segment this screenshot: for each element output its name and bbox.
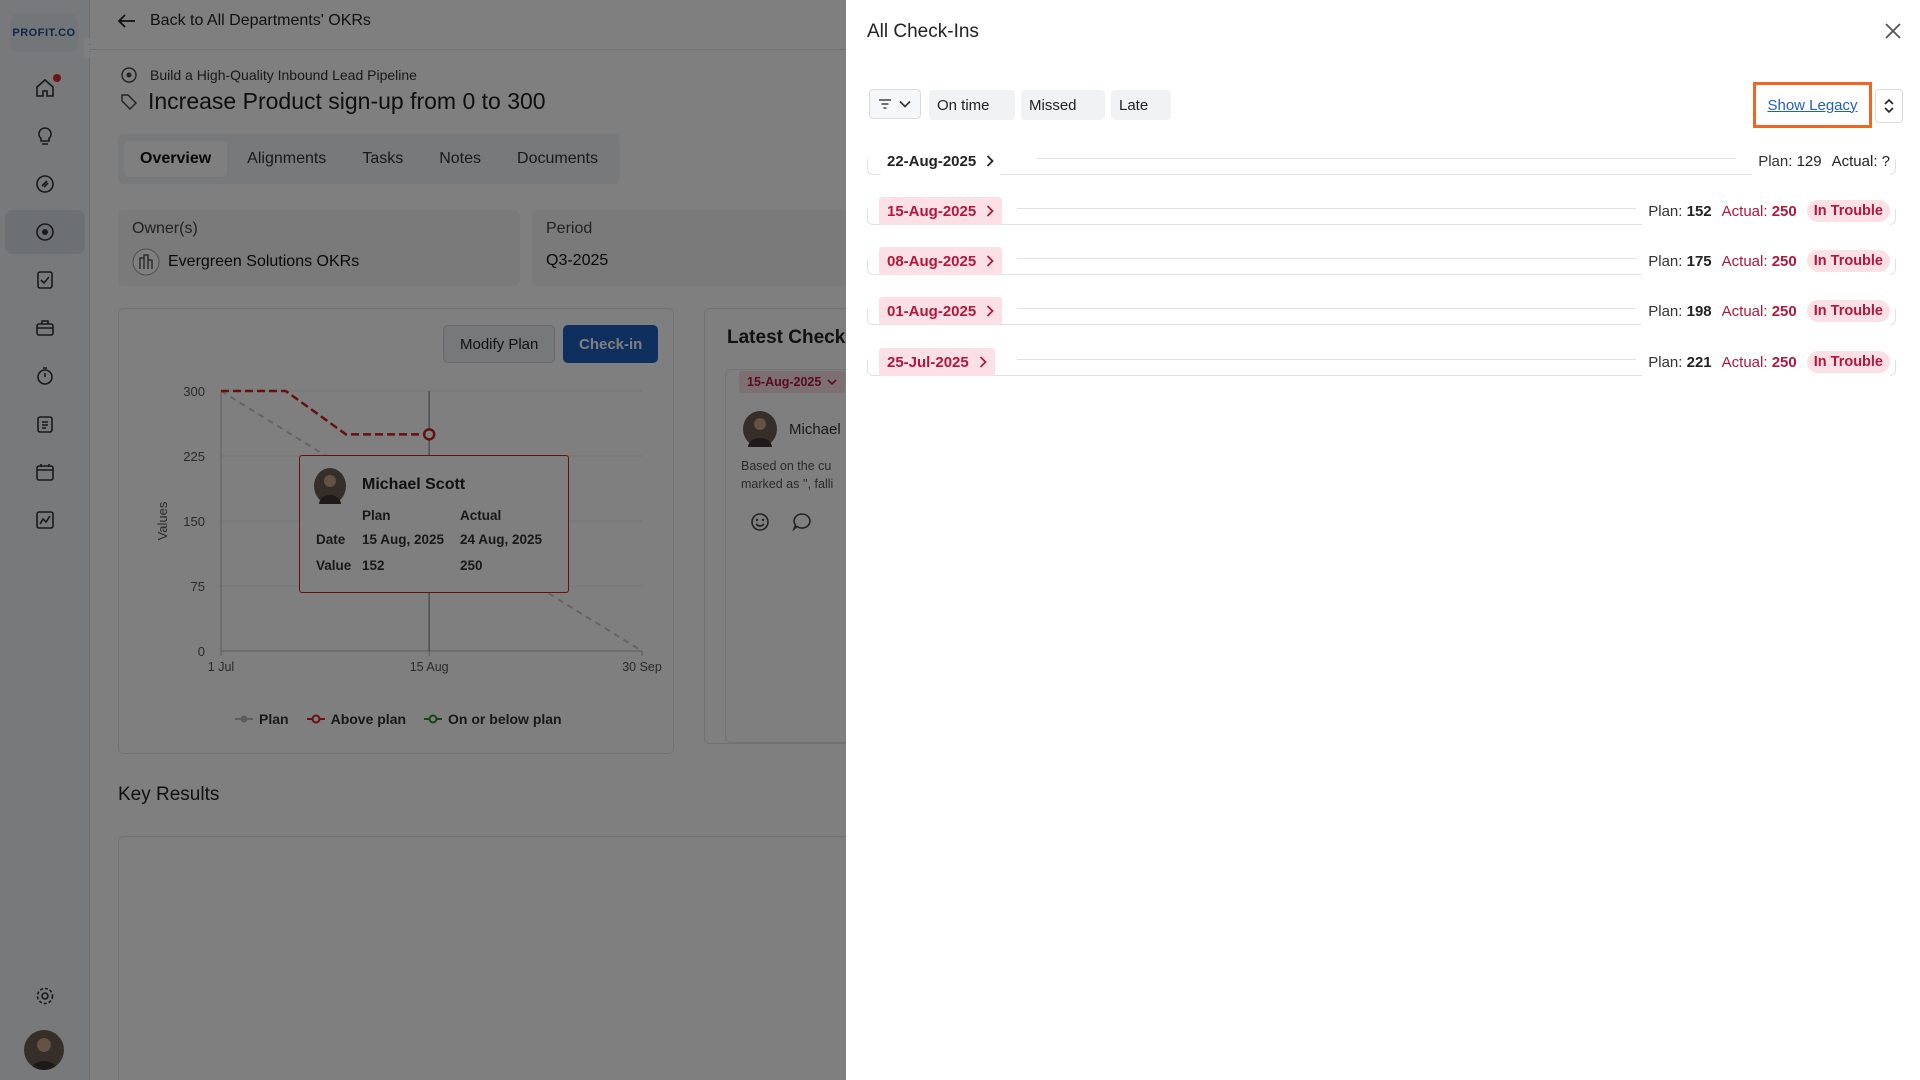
status-badge: In Trouble [1806,250,1890,272]
status-badge: In Trouble [1806,300,1890,322]
row-divider [1017,359,1636,360]
filter-on-time[interactable]: On time [929,90,1015,120]
row-frame [867,159,1896,175]
checkin-date: 22-Aug-2025 [887,152,977,170]
checkin-row[interactable]: 22-Aug-2025 Plan: 129 Actual: ? [867,147,1896,175]
filter-dropdown[interactable] [869,89,921,119]
status-badge: In Trouble [1806,200,1890,222]
plan-value: 198 [1686,302,1712,320]
actual-value: 250 [1771,302,1797,320]
filter-missed[interactable]: Missed [1021,90,1105,120]
all-checkins-drawer: All Check-Ins On time Missed Late Show L… [846,0,1920,1080]
plan-label: Plan: [1648,353,1683,371]
row-divider [1017,308,1636,309]
checkin-values: Plan: 221 Actual: 250 In Trouble [1642,348,1890,376]
plan-label: Plan: [1758,152,1793,170]
checkin-date: 15-Aug-2025 [887,202,977,220]
actual-value: 250 [1771,202,1797,220]
checkin-date: 01-Aug-2025 [887,302,977,320]
plan-label: Plan: [1648,302,1683,320]
plan-label: Plan: [1648,202,1683,220]
chevron-right-icon [986,255,994,267]
filter-late[interactable]: Late [1111,90,1171,120]
plan-value: 175 [1686,252,1712,270]
actual-value: ? [1881,152,1890,170]
sort-icon [1884,98,1894,114]
plan-value: 152 [1686,202,1712,220]
checkin-date: 25-Jul-2025 [887,353,969,371]
close-icon[interactable] [1882,20,1904,42]
drawer-title: All Check-Ins [867,21,979,42]
plan-value: 129 [1796,152,1822,170]
sort-toggle-button[interactable] [1875,89,1903,123]
actual-label: Actual: [1721,252,1768,270]
checkin-date-chip[interactable]: 15-Aug-2025 [879,197,1003,225]
actual-label: Actual: [1721,353,1768,371]
row-divider [1037,158,1736,159]
actual-label: Actual: [1831,152,1878,170]
checkin-values: Plan: 129 Actual: ? [1752,147,1890,175]
actual-value: 250 [1771,353,1797,371]
row-divider [1017,258,1636,259]
show-legacy-link[interactable]: Show Legacy [1767,97,1857,114]
checkin-row[interactable]: 15-Aug-2025 Plan: 152 Actual: 250 In Tro… [867,197,1896,225]
checkin-date-chip[interactable]: 01-Aug-2025 [879,297,1003,325]
chevron-right-icon [979,356,987,368]
checkin-values: Plan: 175 Actual: 250 In Trouble [1642,247,1890,275]
status-badge: In Trouble [1806,351,1890,373]
checkin-date: 08-Aug-2025 [887,252,977,270]
chevron-right-icon [986,205,994,217]
show-legacy-highlight: Show Legacy [1753,82,1872,128]
checkin-date-chip[interactable]: 08-Aug-2025 [879,247,1003,275]
checkin-row[interactable]: 01-Aug-2025 Plan: 198 Actual: 250 In Tro… [867,297,1896,325]
checkin-row[interactable]: 08-Aug-2025 Plan: 175 Actual: 250 In Tro… [867,247,1896,275]
filter-icon [879,99,891,109]
plan-label: Plan: [1648,252,1683,270]
actual-value: 250 [1771,252,1797,270]
checkin-date-chip[interactable]: 25-Jul-2025 [879,348,995,376]
checkin-values: Plan: 152 Actual: 250 In Trouble [1642,197,1890,225]
checkin-values: Plan: 198 Actual: 250 In Trouble [1642,297,1890,325]
row-divider [1017,208,1636,209]
chevron-right-icon [986,155,994,167]
checkin-row[interactable]: 25-Jul-2025 Plan: 221 Actual: 250 In Tro… [867,348,1896,376]
actual-label: Actual: [1721,302,1768,320]
plan-value: 221 [1686,353,1712,371]
checkin-date-chip[interactable]: 22-Aug-2025 [879,147,1003,175]
actual-label: Actual: [1721,202,1768,220]
chevron-right-icon [986,305,994,317]
chevron-down-icon [899,100,911,108]
